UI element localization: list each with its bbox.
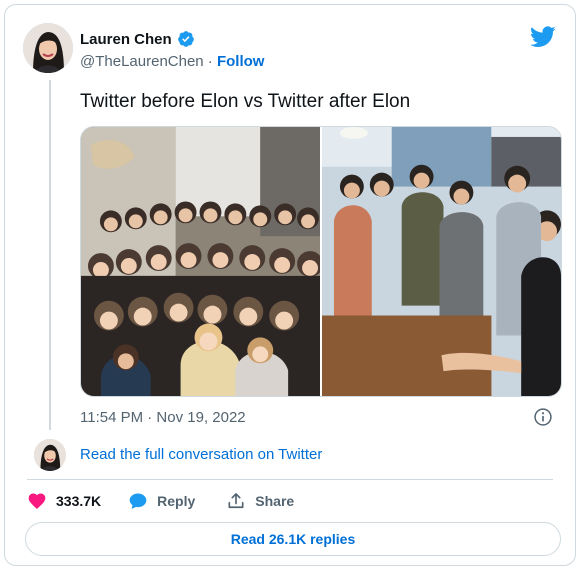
tweet-text: Twitter before Elon vs Twitter after Elo…	[80, 91, 411, 112]
like-button[interactable]: 333.7K	[27, 491, 101, 511]
reply-label: Reply	[157, 493, 196, 509]
photo-before-group[interactable]	[81, 127, 320, 396]
verified-badge-icon	[177, 31, 194, 47]
small-author-avatar[interactable]	[34, 439, 66, 471]
info-icon[interactable]	[533, 407, 553, 427]
handle-separator: ·	[203, 53, 217, 70]
twitter-bird-icon[interactable]	[530, 26, 556, 48]
author-handle-row: @TheLaurenChen · Follow	[80, 53, 264, 70]
photo-after-group[interactable]	[322, 127, 561, 396]
author-handle[interactable]: @TheLaurenChen	[80, 53, 204, 70]
share-button[interactable]: Share	[226, 491, 294, 511]
heart-icon	[28, 493, 46, 509]
tweet-actions: 333.7K Reply Share	[27, 490, 294, 512]
share-label: Share	[255, 493, 295, 509]
reply-button[interactable]: Reply	[128, 491, 195, 511]
reply-bubble-icon	[129, 493, 147, 509]
tweet-card: Lauren Chen @TheLaurenChen · Follow Twit…	[4, 4, 576, 566]
thread-line	[49, 80, 51, 430]
author-display-name[interactable]: Lauren Chen	[80, 31, 172, 48]
like-count: 333.7K	[56, 493, 102, 509]
share-upload-icon	[228, 493, 244, 509]
divider	[27, 479, 553, 480]
tweet-timestamp[interactable]: 11:54 PM · Nov 19, 2022	[80, 409, 246, 426]
follow-button[interactable]: Follow	[217, 53, 265, 70]
author-avatar[interactable]	[23, 23, 73, 73]
read-conversation-link[interactable]: Read the full conversation on Twitter	[80, 446, 322, 463]
author-name-row: Lauren Chen	[80, 30, 195, 48]
tweet-media	[80, 126, 562, 397]
read-replies-button[interactable]: Read 26.1K replies	[25, 522, 561, 556]
